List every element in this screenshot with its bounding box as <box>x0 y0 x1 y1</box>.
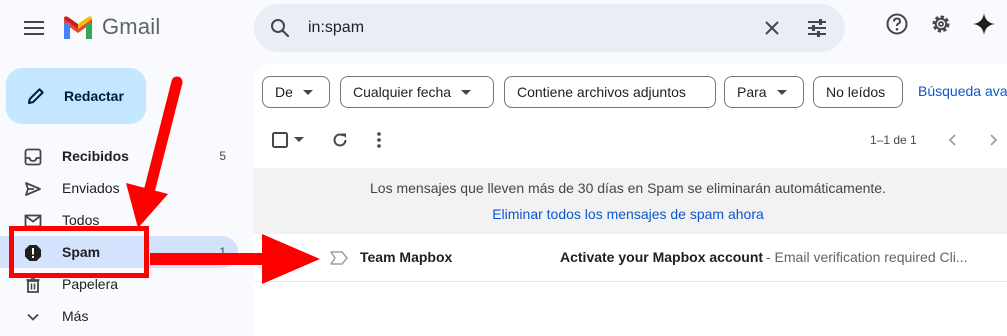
filter-chip-attachments[interactable]: Contiene archivos adjuntos <box>504 76 716 108</box>
spam-highlight-box <box>9 226 149 278</box>
gmail-logo[interactable]: Gmail <box>62 14 160 40</box>
email-sender: Team Mapbox <box>360 249 453 265</box>
search-bar[interactable] <box>254 4 845 52</box>
more-options-button[interactable] <box>374 130 384 150</box>
sidebar-item-label: Papelera <box>62 276 119 292</box>
search-icon[interactable] <box>268 16 292 40</box>
gmail-m-icon <box>64 16 92 39</box>
sidebar-item-count: 1 <box>219 245 226 259</box>
email-row[interactable]: Team Mapbox Activate your Mapbox account… <box>254 234 1007 282</box>
help-icon[interactable] <box>885 12 909 36</box>
close-icon[interactable] <box>760 16 784 40</box>
gear-icon[interactable] <box>929 12 953 36</box>
refresh-button[interactable] <box>331 130 349 150</box>
older-button[interactable] <box>988 130 998 150</box>
dropdown-arrow-icon <box>461 89 472 95</box>
refresh-icon <box>333 133 347 147</box>
trash-icon <box>24 276 42 294</box>
menu-icon <box>24 21 44 35</box>
compose-button[interactable]: Redactar <box>6 68 146 124</box>
sidebar-item-label: Enviados <box>62 180 120 196</box>
pencil-icon <box>28 88 44 104</box>
caret-down-icon[interactable] <box>294 137 304 143</box>
chip-label: De <box>275 84 293 100</box>
spam-notice-banner: Los mensajes que lleven más de 30 días e… <box>254 168 1007 234</box>
importance-marker-icon[interactable] <box>330 251 348 265</box>
email-snippet: - Email verification required Cli... <box>766 249 968 265</box>
inbox-icon <box>24 148 42 166</box>
chip-label: Cualquier fecha <box>353 84 452 100</box>
chevron-down-icon <box>24 308 42 326</box>
chevron-left-icon <box>948 134 956 146</box>
sidebar-item-inbox[interactable]: Recibidos 5 <box>0 140 238 172</box>
chip-label: No leídos <box>826 84 886 100</box>
chip-label: Contiene archivos adjuntos <box>517 84 686 100</box>
advanced-search-link[interactable]: Búsqueda ava <box>918 83 1007 99</box>
delete-all-spam-link[interactable]: Eliminar todos los mensajes de spam ahor… <box>254 206 1002 222</box>
select-all-checkbox[interactable] <box>272 130 304 150</box>
filter-chip-unread[interactable]: No leídos <box>813 76 903 108</box>
more-vert-icon <box>377 132 381 148</box>
sidebar-item-label: Más <box>62 308 89 324</box>
sparkle-icon[interactable] <box>972 12 996 36</box>
main-menu-button[interactable] <box>14 8 54 48</box>
sidebar-item-sent[interactable]: Enviados <box>0 172 238 204</box>
dropdown-arrow-icon <box>302 89 313 95</box>
sidebar-item-label: Recibidos <box>62 148 129 164</box>
filter-chip-from[interactable]: De <box>262 76 330 108</box>
checkbox-icon <box>272 132 288 148</box>
tune-icon[interactable] <box>805 16 829 40</box>
filter-chip-date[interactable]: Cualquier fecha <box>340 76 494 108</box>
filter-chip-to[interactable]: Para <box>724 76 804 108</box>
newer-button[interactable] <box>948 130 958 150</box>
email-subject: Activate your Mapbox account <box>560 249 764 265</box>
pagination-info: 1–1 de 1 <box>870 133 917 147</box>
sidebar-item-more[interactable]: Más <box>0 300 238 332</box>
app-name: Gmail <box>102 14 161 39</box>
compose-label: Redactar <box>64 88 124 104</box>
mail-list-panel: De Cualquier fecha Contiene archivos adj… <box>254 64 1007 336</box>
send-icon <box>24 180 42 198</box>
dropdown-arrow-icon <box>776 89 787 95</box>
sidebar-item-count: 5 <box>219 149 226 163</box>
spam-notice-message: Los mensajes que lleven más de 30 días e… <box>370 180 886 196</box>
search-input[interactable] <box>308 16 748 40</box>
chevron-right-icon <box>990 134 998 146</box>
chip-label: Para <box>737 84 767 100</box>
top-bar: Gmail <box>0 0 1007 56</box>
